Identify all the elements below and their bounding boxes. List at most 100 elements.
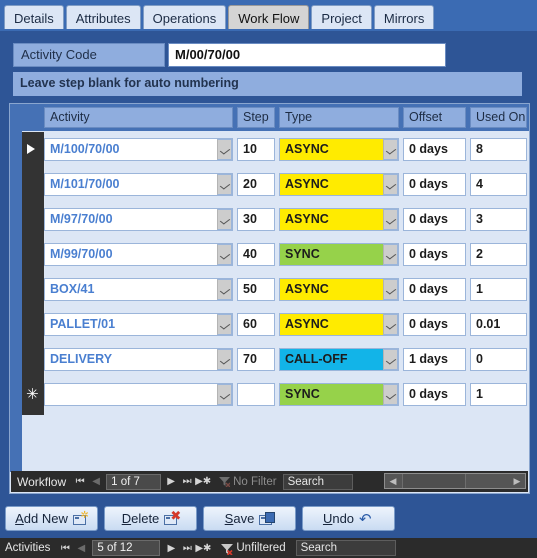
cell-activity[interactable]: M/99/70/00 — [44, 243, 233, 266]
chevron-down-icon[interactable] — [217, 209, 232, 230]
cell-step[interactable]: 40 — [237, 243, 275, 266]
cell-type[interactable]: ASYNC — [279, 173, 399, 196]
table-row[interactable]: M/100/70/00 10 ASYNC 0 days 8 — [44, 132, 529, 167]
tab-mirrors[interactable]: Mirrors — [373, 5, 435, 31]
cell-step[interactable]: 10 — [237, 138, 275, 161]
cell-step[interactable]: 50 — [237, 278, 275, 301]
subform-next-record-button[interactable]: ▶ — [163, 472, 179, 491]
cell-step[interactable] — [237, 383, 275, 406]
column-header-used-on[interactable]: Used On — [470, 107, 527, 128]
cell-used-on[interactable]: 2 — [470, 243, 527, 266]
chevron-down-icon[interactable] — [217, 139, 232, 160]
chevron-down-icon[interactable] — [383, 384, 398, 405]
chevron-down-icon[interactable] — [383, 279, 398, 300]
cell-activity[interactable]: DELIVERY — [44, 348, 233, 371]
table-row[interactable]: BOX/41 50 ASYNC 0 days 1 — [44, 272, 529, 307]
cell-used-on[interactable]: 0.01 — [470, 313, 527, 336]
cell-type[interactable]: SYNC — [279, 383, 399, 406]
subform-filter-status[interactable]: No Filter — [211, 476, 277, 488]
new-record-button[interactable]: ▶✱ — [195, 539, 211, 558]
chevron-down-icon[interactable] — [383, 209, 398, 230]
scroll-right-button[interactable]: ▶ — [509, 474, 525, 488]
subform-last-record-button[interactable]: ⏭ — [179, 472, 195, 491]
record-number-input[interactable]: 5 of 12 — [92, 540, 161, 556]
subform-record-number[interactable]: 1 of 7 — [106, 473, 162, 490]
table-row[interactable]: M/101/70/00 20 ASYNC 0 days 4 — [44, 167, 529, 202]
cell-offset[interactable]: 1 days — [403, 348, 466, 371]
cell-offset[interactable]: 0 days — [403, 383, 466, 406]
cell-used-on[interactable]: 1 — [470, 278, 527, 301]
cell-step[interactable]: 30 — [237, 208, 275, 231]
subform-search-input[interactable]: Search — [282, 473, 353, 490]
chevron-down-icon[interactable] — [217, 314, 232, 335]
cell-activity[interactable]: M/101/70/00 — [44, 173, 233, 196]
status-search-input[interactable]: Search — [295, 540, 396, 556]
column-header-offset[interactable]: Offset — [403, 107, 466, 128]
chevron-down-icon[interactable] — [383, 174, 398, 195]
cell-step[interactable]: 20 — [237, 173, 275, 196]
cell-offset[interactable]: 0 days — [403, 138, 466, 161]
cell-offset[interactable]: 0 days — [403, 173, 466, 196]
chevron-down-icon[interactable] — [383, 349, 398, 370]
chevron-down-icon[interactable] — [383, 314, 398, 335]
save-button[interactable]: Save — [203, 506, 296, 531]
scroll-left-button[interactable]: ◀ — [385, 474, 401, 488]
tab-operations[interactable]: Operations — [142, 5, 227, 31]
cell-used-on[interactable]: 8 — [470, 138, 527, 161]
cell-type[interactable]: ASYNC — [279, 138, 399, 161]
column-header-step[interactable]: Step — [237, 107, 275, 128]
chevron-down-icon[interactable] — [383, 139, 398, 160]
next-record-button[interactable]: ▶ — [163, 539, 179, 558]
cell-type[interactable]: ASYNC — [279, 313, 399, 336]
cell-type[interactable]: SYNC — [279, 243, 399, 266]
chevron-down-icon[interactable] — [217, 279, 232, 300]
cell-used-on[interactable]: 4 — [470, 173, 527, 196]
last-record-button[interactable]: ⏭ — [179, 539, 195, 558]
cell-type[interactable]: ASYNC — [279, 208, 399, 231]
chevron-down-icon[interactable] — [217, 174, 232, 195]
subform-horizontal-scrollbar[interactable]: ◀ ▶ — [384, 473, 526, 489]
cell-activity[interactable] — [44, 383, 233, 406]
cell-activity[interactable]: M/97/70/00 — [44, 208, 233, 231]
cell-offset[interactable]: 0 days — [403, 313, 466, 336]
tab-attributes[interactable]: Attributes — [65, 5, 141, 31]
delete-button[interactable]: Delete ✖ — [104, 506, 197, 531]
table-row[interactable]: DELIVERY 70 CALL-OFF 1 days 0 — [44, 342, 529, 377]
add-new-button[interactable]: Add New ✲ — [5, 506, 98, 531]
chevron-down-icon[interactable] — [217, 349, 232, 370]
cell-step[interactable]: 70 — [237, 348, 275, 371]
cell-type[interactable]: ASYNC — [279, 278, 399, 301]
subform-first-record-button[interactable]: ⏮ — [72, 472, 88, 491]
cell-offset[interactable]: 0 days — [403, 278, 466, 301]
cell-used-on[interactable]: 1 — [470, 383, 527, 406]
subform-previous-record-button[interactable]: ◀ — [88, 472, 104, 491]
column-header-type[interactable]: Type — [279, 107, 399, 128]
first-record-button[interactable]: ⏮ — [57, 539, 73, 558]
chevron-down-icon[interactable] — [217, 244, 232, 265]
tab-work-flow[interactable]: Work Flow — [228, 5, 310, 31]
cell-step[interactable]: 60 — [237, 313, 275, 336]
cell-offset[interactable]: 0 days — [403, 208, 466, 231]
previous-record-button[interactable]: ◀ — [73, 539, 89, 558]
tab-project[interactable]: Project — [311, 5, 372, 31]
cell-used-on[interactable]: 0 — [470, 348, 527, 371]
cell-activity[interactable]: BOX/41 — [44, 278, 233, 301]
table-row[interactable]: SYNC 0 days 1 — [44, 377, 529, 412]
table-row[interactable]: M/99/70/00 40 SYNC 0 days 2 — [44, 237, 529, 272]
subform-new-record-button[interactable]: ▶✱ — [195, 472, 211, 491]
cell-offset[interactable]: 0 days — [403, 243, 466, 266]
table-row[interactable]: PALLET/01 60 ASYNC 0 days 0.01 — [44, 307, 529, 342]
column-header-activity[interactable]: Activity — [44, 107, 233, 128]
scrollbar-thumb[interactable] — [402, 474, 466, 488]
chevron-down-icon[interactable] — [217, 384, 232, 405]
cell-activity[interactable]: M/100/70/00 — [44, 138, 233, 161]
filter-status[interactable]: Unfiltered — [211, 542, 286, 555]
cell-type[interactable]: CALL-OFF — [279, 348, 399, 371]
undo-button[interactable]: Undo ↶ — [302, 506, 395, 531]
chevron-down-icon[interactable] — [383, 244, 398, 265]
tab-details[interactable]: Details — [4, 5, 64, 31]
cell-activity[interactable]: PALLET/01 — [44, 313, 233, 336]
table-row[interactable]: M/97/70/00 30 ASYNC 0 days 3 — [44, 202, 529, 237]
cell-used-on[interactable]: 3 — [470, 208, 527, 231]
activity-code-input[interactable]: M/00/70/00 — [168, 43, 446, 67]
